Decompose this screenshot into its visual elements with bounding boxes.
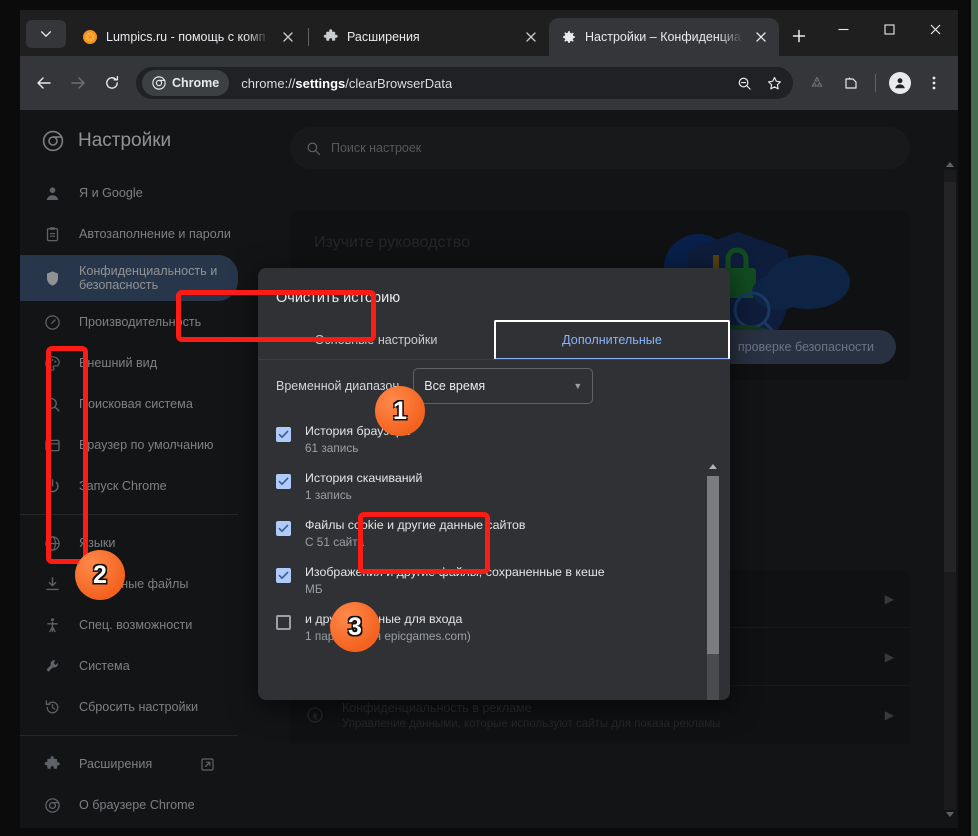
tab-settings[interactable]: Настройки – Конфиденциал xyxy=(549,18,779,56)
badge-2: 2 xyxy=(75,550,125,600)
extensions-icon xyxy=(845,77,857,89)
tab-search-button[interactable] xyxy=(26,20,66,48)
time-range-select[interactable]: Все время ▼ xyxy=(413,368,594,404)
dialog-scrollbar[interactable] xyxy=(706,458,720,700)
zoom-out-button[interactable] xyxy=(729,68,759,98)
address-bar[interactable]: Chrome chrome://settings/clearBrowserDat… xyxy=(136,67,793,99)
arrow-right-icon xyxy=(71,77,85,89)
list-item-title: История скачиваний xyxy=(305,471,423,485)
profile-button[interactable] xyxy=(884,67,916,99)
desktop-top-edge xyxy=(0,0,978,10)
recycle-icon xyxy=(811,76,823,87)
star-icon xyxy=(767,76,781,89)
tab-title: Расширения xyxy=(347,30,420,44)
reload-button[interactable] xyxy=(96,67,128,99)
site-chip[interactable]: Chrome xyxy=(142,70,230,96)
time-range-label: Временной диапазон xyxy=(276,379,400,393)
zoom-out-icon xyxy=(738,77,751,90)
desktop-bottom-edge xyxy=(0,828,978,836)
window-controls xyxy=(820,10,958,48)
highlight-checkboxes xyxy=(46,346,88,564)
browser-menu-button[interactable] xyxy=(918,67,950,99)
desktop-left-edge xyxy=(0,0,20,836)
chevron-down-icon xyxy=(40,31,52,38)
browser-toolbar: Chrome chrome://settings/clearBrowserDat… xyxy=(20,56,958,110)
tab-close-button[interactable] xyxy=(521,27,541,47)
tab-group-button[interactable] xyxy=(801,67,833,99)
chrome-icon xyxy=(152,76,166,90)
tab-strip: Lumpics.ru - помощь с комп Расширения На… xyxy=(20,10,958,56)
list-item[interactable]: История браузера 61 запись xyxy=(258,416,714,463)
checkbox-passwords[interactable] xyxy=(276,615,291,630)
toolbar-divider xyxy=(875,74,876,92)
list-item-subtitle: 1 запись xyxy=(305,488,352,502)
omnibox-actions xyxy=(729,68,789,98)
bookmark-button[interactable] xyxy=(759,68,789,98)
browser-window: Lumpics.ru - помощь с комп Расширения На… xyxy=(20,10,958,828)
list-item[interactable]: и другие данные для входа 1 пароль (для … xyxy=(258,604,714,651)
new-tab-button[interactable] xyxy=(785,22,813,50)
person-icon xyxy=(895,78,905,89)
three-dots-icon xyxy=(932,76,936,90)
checkbox-cookies[interactable] xyxy=(276,521,291,536)
list-item[interactable]: История скачиваний 1 запись xyxy=(258,463,714,510)
close-button[interactable] xyxy=(912,10,958,48)
checkbox-cached-images[interactable] xyxy=(276,568,291,583)
checkbox-download-history[interactable] xyxy=(276,474,291,489)
maximize-button[interactable] xyxy=(866,10,912,48)
tab-title: Настройки – Конфиденциал xyxy=(585,30,743,44)
reload-icon xyxy=(106,75,119,89)
extensions-button[interactable] xyxy=(835,67,867,99)
list-item-subtitle: МБ xyxy=(305,582,323,596)
tab-lumpics[interactable]: Lumpics.ru - помощь с комп xyxy=(70,18,306,56)
settings-page: Настройки Я и Google Автозаполнение и па… xyxy=(20,110,958,828)
highlight-delete-button xyxy=(358,512,490,574)
badge-3: 3 xyxy=(330,602,380,652)
gear-icon xyxy=(561,29,577,45)
forward-button[interactable] xyxy=(62,67,94,99)
back-button[interactable] xyxy=(28,67,60,99)
tab-divider xyxy=(308,28,309,46)
scroll-up-arrow-icon[interactable] xyxy=(709,464,717,469)
arrow-left-icon xyxy=(37,77,51,89)
site-chip-label: Chrome xyxy=(172,76,220,90)
url-text: chrome://settings/clearBrowserData xyxy=(241,75,453,91)
time-range-row: Временной диапазон Все время ▼ xyxy=(276,368,594,404)
puzzle-icon xyxy=(323,29,339,45)
dialog-scrollbar-thumb[interactable] xyxy=(707,476,719,654)
avatar xyxy=(889,72,911,94)
checkbox-browsing-history[interactable] xyxy=(276,427,291,442)
dialog-tab-underline xyxy=(258,359,730,360)
desktop-background xyxy=(971,0,978,836)
plus-icon xyxy=(792,29,806,43)
tab-close-button[interactable] xyxy=(278,27,298,47)
list-item-subtitle: 61 запись xyxy=(305,441,359,455)
highlight-time-range xyxy=(176,290,376,342)
badge-1: 1 xyxy=(375,386,425,436)
tab-advanced[interactable]: Дополнительные xyxy=(494,320,730,360)
minimize-button[interactable] xyxy=(820,10,866,48)
tab-title: Lumpics.ru - помощь с комп xyxy=(106,30,266,44)
orange-icon xyxy=(82,29,98,45)
chevron-down-icon: ▼ xyxy=(573,381,583,391)
tab-extensions[interactable]: Расширения xyxy=(311,18,549,56)
tab-close-button[interactable] xyxy=(751,27,771,47)
list-item[interactable]: Данные для автозаполнения xyxy=(258,651,714,656)
time-range-value: Все время xyxy=(424,379,486,393)
